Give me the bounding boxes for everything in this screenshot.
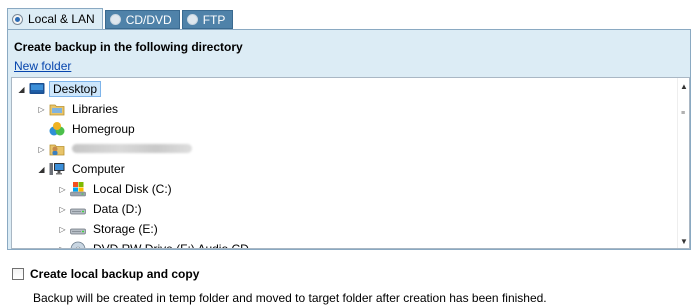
tree-item-local-disk-c[interactable]: ▷ Local Disk (C:) — [58, 179, 175, 199]
tree-vertical-scrollbar[interactable]: ▲ ≡ ▼ — [677, 78, 689, 248]
tree-item-data-d[interactable]: ▷ Data (D:) — [58, 199, 145, 219]
expand-arrow-icon[interactable]: ▷ — [37, 105, 46, 114]
tree-item-label — [69, 141, 195, 157]
tree-item-dvd-drive[interactable]: ▷ DVD RW Drive (F:) Audio CD — [58, 239, 252, 249]
tree-item-computer[interactable]: ◢ Computer — [37, 159, 128, 179]
expand-arrow-icon[interactable]: ▷ — [58, 205, 67, 214]
tab-label: FTP — [202, 12, 226, 27]
tab-local-lan[interactable]: Local & LAN — [7, 8, 103, 29]
tab-ftp[interactable]: FTP — [181, 10, 234, 29]
expand-arrow-icon[interactable]: ▷ — [58, 185, 67, 194]
tree-item-storage-e[interactable]: ▷ Storage (E:) — [58, 219, 161, 239]
scroll-thumb-grip-icon[interactable]: ≡ — [681, 110, 686, 117]
hard-drive-icon — [70, 208, 86, 215]
collapse-arrow-icon[interactable]: ◢ — [37, 165, 46, 174]
radio-icon — [12, 13, 23, 25]
panel-title: Create backup in the following directory — [14, 40, 243, 54]
new-folder-link[interactable]: New folder — [14, 59, 71, 73]
expand-arrow-icon[interactable]: ▷ — [58, 225, 67, 234]
tree-item-label: Computer — [72, 162, 125, 176]
folder-tree[interactable]: ◢ Desktop ▷ Libraries Homegroup ▷ ◢ Comp… — [11, 77, 690, 249]
tree-item-desktop[interactable]: ◢ Desktop — [17, 79, 102, 99]
collapse-arrow-icon[interactable]: ◢ — [17, 85, 26, 94]
tree-item-label: DVD RW Drive (F:) Audio CD — [93, 242, 249, 249]
tree-item-user-folder[interactable]: ▷ — [37, 139, 195, 159]
hard-drive-icon — [70, 228, 86, 235]
scroll-down-arrow-icon[interactable]: ▼ — [678, 237, 689, 246]
scroll-up-arrow-icon[interactable]: ▲ — [678, 82, 689, 91]
tab-label: Local & LAN — [28, 12, 95, 26]
desktop-icon — [29, 83, 45, 94]
homegroup-icon — [49, 122, 65, 136]
local-copy-checkbox[interactable] — [12, 268, 24, 280]
radio-icon — [186, 14, 198, 25]
local-copy-option[interactable]: Create local backup and copy — [12, 267, 199, 281]
user-folder-icon — [49, 144, 65, 156]
blurred-name — [72, 144, 192, 153]
tree-item-label: Data (D:) — [93, 202, 142, 216]
tree-item-label: Homegroup — [72, 122, 135, 136]
system-drive-icon — [70, 182, 86, 197]
dvd-drive-icon — [70, 241, 86, 248]
destination-tabs: Local & LAN CD/DVD FTP — [7, 8, 235, 29]
local-copy-description: Backup will be created in temp folder an… — [33, 291, 547, 305]
tree-item-homegroup[interactable]: Homegroup — [37, 119, 138, 139]
tree-item-libraries[interactable]: ▷ Libraries — [37, 99, 121, 119]
libraries-folder-icon — [49, 104, 65, 116]
tab-label: CD/DVD — [125, 12, 172, 27]
tree-item-label: Desktop — [49, 81, 102, 97]
local-copy-label: Create local backup and copy — [30, 267, 200, 281]
tab-cd-dvd[interactable]: CD/DVD — [104, 10, 180, 29]
tree-item-label: Storage (E:) — [93, 222, 158, 236]
tree-item-label: Libraries — [72, 102, 119, 116]
expand-arrow-icon[interactable]: ▷ — [58, 245, 67, 249]
expand-arrow-icon[interactable]: ▷ — [37, 145, 46, 154]
tree-item-label: Local Disk (C:) — [93, 182, 172, 196]
radio-icon — [109, 14, 121, 25]
computer-icon — [49, 163, 65, 175]
